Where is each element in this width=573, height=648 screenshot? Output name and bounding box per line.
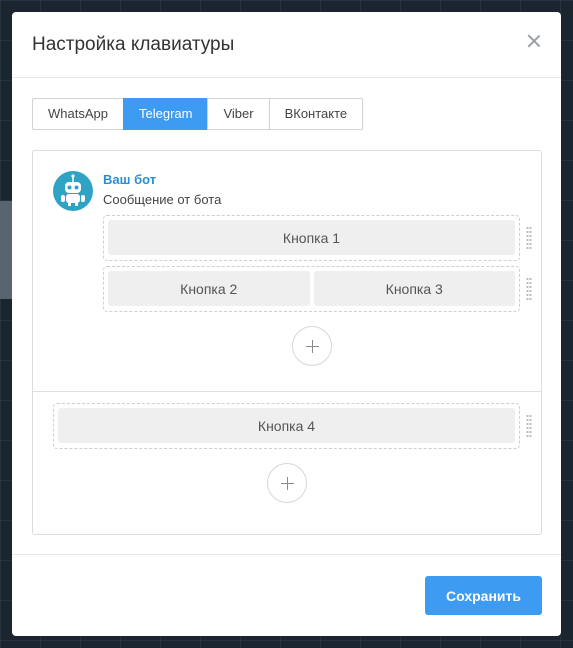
tab-whatsapp[interactable]: WhatsApp [32,98,124,130]
drag-handle-icon[interactable] [526,414,532,438]
bot-message: Сообщение от бота [103,192,222,207]
save-button[interactable]: Сохранить [425,576,542,615]
keyboard-button[interactable]: Кнопка 2 [108,271,310,306]
add-inline-row-button[interactable] [292,326,332,366]
drag-handle-icon[interactable] [526,226,532,250]
robot-icon [61,174,85,206]
bot-name: Ваш бот [103,172,157,187]
reply-keyboard-row: Кнопка 4 [53,403,520,449]
close-icon[interactable] [527,34,541,48]
keyboard-button[interactable]: Кнопка 1 [108,220,515,255]
tab-telegram[interactable]: Telegram [122,98,209,130]
divider [33,391,541,392]
avatar [53,171,93,211]
modal-footer-divider [12,554,561,555]
keyboard-button[interactable]: Кнопка 3 [313,271,515,306]
modal-title: Настройка клавиатуры [32,34,235,55]
tab-viber[interactable]: Viber [207,98,270,130]
keyboard-preview: Ваш бот Сообщение от бота Кнопка 1 Кнопк… [32,150,542,535]
keyboard-button[interactable]: Кнопка 4 [58,408,515,443]
drag-handle-icon[interactable] [526,277,532,301]
modal-header: Настройка клавиатуры [12,12,561,78]
messenger-tabs: WhatsApp Telegram Viber ВКонтакте [32,98,364,130]
tab-vkontakte[interactable]: ВКонтакте [268,98,364,130]
inline-keyboard-row: Кнопка 2 Кнопка 3 [103,266,520,312]
keyboard-settings-modal: Настройка клавиатуры WhatsApp Telegram V… [12,12,561,636]
add-reply-row-button[interactable] [267,463,307,503]
inline-keyboard-row: Кнопка 1 [103,215,520,261]
